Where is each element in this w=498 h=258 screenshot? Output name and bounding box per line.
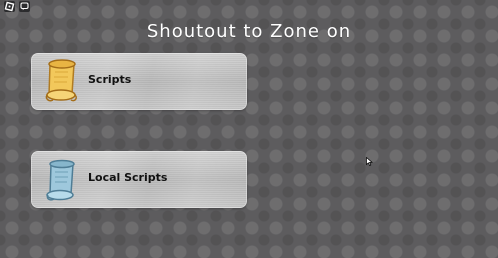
paper-scroll-icon [41,156,81,204]
roblox-logo-icon[interactable] [4,1,15,12]
local-scripts-label: Local Scripts [88,171,168,184]
mouse-cursor-icon [366,151,373,166]
scripts-button[interactable]: Scripts [31,53,247,110]
page-title: Shoutout to Zone on [146,21,352,42]
scripts-label: Scripts [88,73,132,86]
chat-icon[interactable] [19,1,30,12]
parchment-scroll-icon [41,58,81,106]
local-scripts-button[interactable]: Local Scripts [31,151,247,208]
